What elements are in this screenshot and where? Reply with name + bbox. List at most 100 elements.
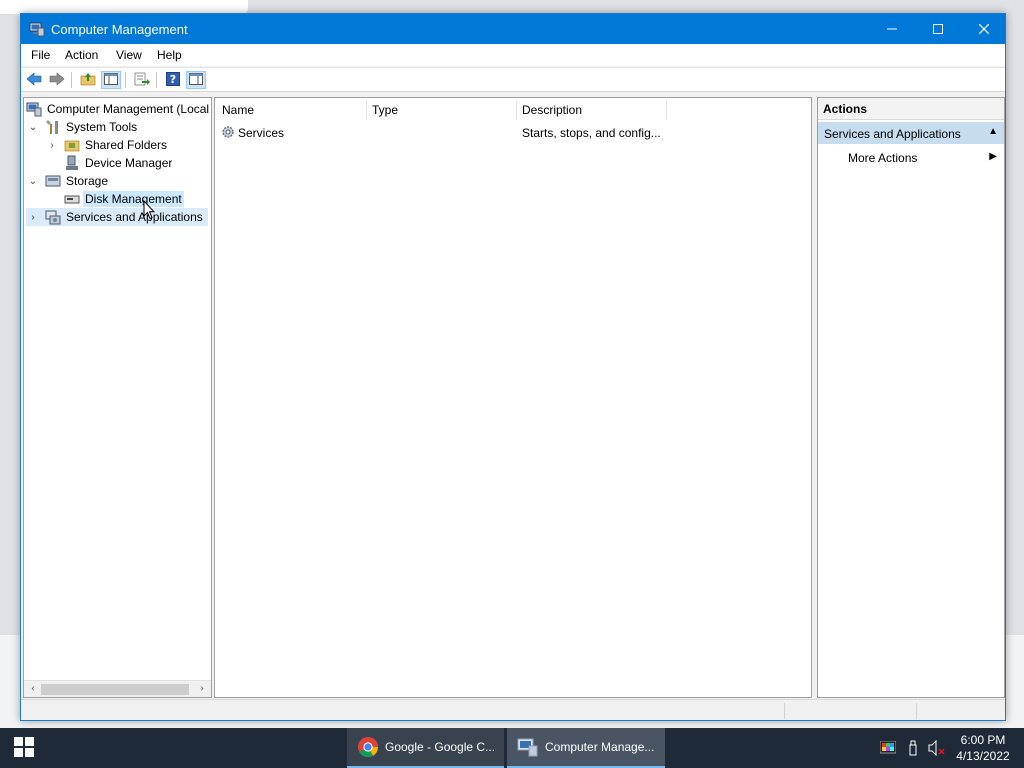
chevron-right-icon[interactable]: › bbox=[26, 210, 40, 224]
storage-icon bbox=[45, 173, 61, 189]
list-item-name: Services bbox=[238, 126, 285, 140]
tree-item-label: Shared Folders bbox=[85, 138, 168, 152]
maximize-button[interactable] bbox=[915, 14, 961, 44]
scroll-right-icon[interactable]: › bbox=[195, 683, 209, 695]
menu-view[interactable]: View bbox=[116, 48, 142, 62]
start-button[interactable] bbox=[0, 728, 48, 768]
tree-item-storage[interactable]: ⌄ Storage bbox=[26, 172, 110, 190]
chevron-right-icon[interactable]: › bbox=[45, 138, 59, 152]
chrome-icon bbox=[357, 736, 379, 758]
tree-item-computer-management[interactable]: Computer Management (Local bbox=[26, 100, 211, 118]
show-hide-console-tree-button[interactable] bbox=[101, 71, 121, 89]
taskbar-chrome-button[interactable]: Google - Google C... bbox=[347, 728, 504, 768]
chevron-down-icon[interactable]: ⌄ bbox=[26, 120, 40, 134]
help-icon: ? bbox=[166, 71, 180, 89]
tree-item-device-manager[interactable]: Device Manager bbox=[64, 154, 174, 172]
forward-button[interactable] bbox=[47, 71, 67, 89]
tree-item-label: Computer Management (Local bbox=[47, 102, 210, 116]
toolbar-separator bbox=[156, 72, 157, 88]
column-divider[interactable] bbox=[516, 100, 517, 120]
console-tree[interactable]: Computer Management (Local ⌄ System Tool… bbox=[23, 97, 212, 698]
export-list-button[interactable] bbox=[132, 71, 152, 89]
tray-color-icon[interactable] bbox=[878, 728, 898, 768]
status-divider bbox=[916, 703, 917, 719]
computer-management-icon bbox=[517, 736, 539, 758]
show-hide-action-pane-icon bbox=[189, 72, 203, 88]
up-folder-icon bbox=[80, 72, 96, 89]
toolbar-separator bbox=[125, 72, 126, 88]
volume-muted-icon[interactable] bbox=[926, 728, 948, 768]
tree-item-label: Services and Applications bbox=[66, 210, 203, 224]
scroll-left-icon[interactable]: ‹ bbox=[26, 683, 40, 695]
menu-bar: File Action View Help bbox=[21, 44, 1005, 66]
actions-pane: Actions Services and Applications ▲ More… bbox=[817, 97, 1005, 698]
actions-section-services-and-applications[interactable]: Services and Applications ▲ bbox=[818, 122, 1004, 144]
results-list[interactable]: Name Type Description Services Starts, s… bbox=[214, 97, 812, 698]
tree-item-shared-folders[interactable]: › Shared Folders bbox=[45, 136, 169, 154]
clock[interactable]: 6:00 PM 4/13/2022 bbox=[950, 732, 1016, 764]
column-divider[interactable] bbox=[366, 100, 367, 120]
tree-item-label: System Tools bbox=[66, 120, 138, 134]
back-button[interactable] bbox=[24, 71, 44, 89]
submenu-arrow-icon: ▶ bbox=[989, 151, 997, 162]
column-header-type[interactable]: Type bbox=[372, 103, 398, 117]
toolbar: ? bbox=[21, 67, 1005, 92]
list-header: Name Type Description bbox=[215, 98, 811, 122]
clock-time: 6:00 PM bbox=[960, 733, 1006, 747]
services-gear-icon bbox=[220, 124, 236, 143]
taskbar-button-label: Computer Manage... bbox=[545, 740, 655, 754]
help-button[interactable]: ? bbox=[163, 71, 183, 89]
show-hide-action-pane-button[interactable] bbox=[186, 71, 206, 89]
list-item[interactable]: Services Starts, stops, and config... bbox=[215, 123, 811, 143]
taskbar-button-label: Google - Google C... bbox=[385, 740, 496, 754]
chevron-down-icon[interactable]: ⌄ bbox=[26, 174, 40, 188]
tree-item-services-and-applications[interactable]: › Services and Applications bbox=[26, 208, 208, 226]
column-divider[interactable] bbox=[666, 100, 667, 120]
back-icon bbox=[26, 71, 42, 89]
list-item-description: Starts, stops, and config... bbox=[522, 126, 661, 140]
usb-device-icon[interactable] bbox=[903, 728, 923, 768]
status-bar bbox=[21, 699, 1005, 720]
services-and-applications-icon bbox=[45, 209, 61, 225]
window-title: Computer Management bbox=[51, 22, 188, 37]
clock-date: 4/13/2022 bbox=[956, 749, 1010, 763]
tree-item-disk-management[interactable]: Disk Management bbox=[64, 190, 184, 208]
computer-management-icon bbox=[29, 21, 45, 37]
background-browser-tab[interactable] bbox=[0, 0, 248, 14]
menu-help[interactable]: Help bbox=[157, 48, 182, 62]
tree-horizontal-scrollbar[interactable]: ‹ › bbox=[24, 680, 211, 697]
svg-text:?: ? bbox=[170, 73, 176, 86]
mouse-cursor-icon bbox=[143, 199, 156, 223]
forward-icon bbox=[49, 71, 65, 89]
computer-management-window: Computer Management File Action View Hel… bbox=[20, 13, 1006, 721]
column-header-name[interactable]: Name bbox=[222, 103, 254, 117]
tree-item-label: Storage bbox=[66, 174, 109, 188]
tree-item-system-tools[interactable]: ⌄ System Tools bbox=[26, 118, 139, 136]
more-actions-label: More Actions bbox=[848, 151, 918, 165]
export-list-icon bbox=[134, 72, 150, 89]
disk-management-icon bbox=[64, 191, 80, 207]
scrollbar-thumb[interactable] bbox=[41, 684, 189, 695]
toolbar-separator bbox=[71, 72, 72, 88]
up-one-level-button[interactable] bbox=[78, 71, 98, 89]
tree-item-label: Disk Management bbox=[83, 191, 184, 207]
actions-section-label: Services and Applications bbox=[824, 127, 961, 141]
tree-item-label: Device Manager bbox=[85, 156, 173, 170]
system-tools-icon bbox=[45, 119, 61, 135]
status-divider bbox=[784, 703, 785, 719]
menu-file[interactable]: File bbox=[31, 48, 50, 62]
taskbar: Google - Google C... Computer Manage... … bbox=[0, 728, 1024, 768]
title-bar[interactable]: Computer Management bbox=[21, 14, 1005, 44]
show-hide-console-tree-icon bbox=[104, 72, 118, 88]
actions-header: Actions bbox=[818, 98, 1004, 120]
taskbar-computer-management-button[interactable]: Computer Manage... bbox=[507, 728, 665, 768]
menu-action[interactable]: Action bbox=[65, 48, 98, 62]
more-actions-item[interactable]: More Actions ▶ bbox=[818, 146, 1004, 168]
windows-logo-icon bbox=[14, 736, 34, 760]
minimize-button[interactable] bbox=[869, 14, 915, 44]
column-header-description[interactable]: Description bbox=[522, 103, 582, 117]
device-manager-icon bbox=[64, 155, 80, 171]
collapse-up-icon[interactable]: ▲ bbox=[988, 126, 998, 137]
computer-management-icon bbox=[26, 101, 42, 117]
close-button[interactable] bbox=[961, 14, 1007, 44]
